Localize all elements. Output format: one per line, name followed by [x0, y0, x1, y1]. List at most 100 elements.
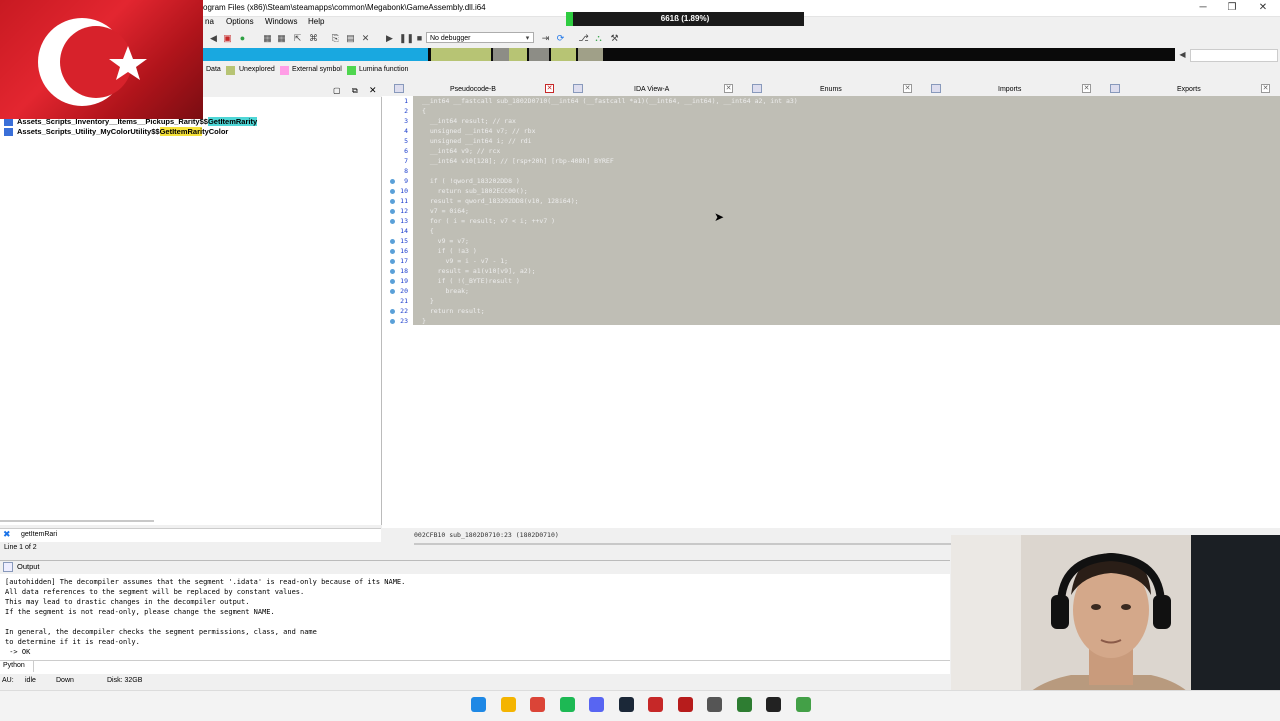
code-line[interactable]: __int64 result; // rax	[422, 117, 516, 125]
code-line[interactable]: __int64 v10[128]; // [rsp+20h] [rbp-408h…	[422, 157, 614, 165]
pointer-icon[interactable]: ⇱	[292, 33, 303, 44]
debugger-select[interactable]: No debugger	[426, 32, 534, 43]
code-line[interactable]: {	[422, 227, 434, 235]
breakpoint-icon[interactable]: ⎇	[578, 33, 589, 44]
file-explorer-icon[interactable]	[500, 697, 516, 712]
breakpoint-dot-icon[interactable]	[390, 179, 395, 184]
python-button[interactable]: Python	[3, 662, 25, 669]
functions-panel[interactable]	[0, 97, 382, 525]
tab-exports[interactable]: Exports	[1177, 83, 1201, 96]
recorder-icon[interactable]	[648, 697, 663, 712]
terminal-icon[interactable]	[766, 697, 781, 712]
nav-field[interactable]	[1190, 49, 1278, 62]
settings-icon[interactable]	[707, 697, 722, 712]
breakpoint-dot-icon[interactable]	[390, 219, 395, 224]
panel-close-icon[interactable]: ✕	[369, 85, 377, 96]
breakpoint-dot-icon[interactable]	[390, 249, 395, 254]
menu-jump[interactable]: na	[205, 17, 214, 26]
tab-close-icon[interactable]: ✕	[545, 84, 554, 93]
segment-icon[interactable]: ▦	[262, 33, 273, 44]
notepad-icon[interactable]	[795, 697, 811, 712]
code-line[interactable]: {	[422, 107, 426, 115]
code-line[interactable]: }	[422, 297, 434, 305]
trace-icon[interactable]: ⛬	[593, 33, 604, 44]
code-line[interactable]: v9 = i - v7 - 1;	[422, 257, 508, 265]
struct-icon[interactable]: ⌘	[308, 33, 319, 44]
start-debug-icon[interactable]: ▶	[384, 33, 395, 44]
tools-icon[interactable]: ⚒	[609, 33, 620, 44]
code-line[interactable]: result = qword_183202DD8(v10, 128i64);	[422, 197, 579, 205]
ida-icon[interactable]	[677, 697, 693, 712]
code-line[interactable]: for ( i = result; v7 < i; ++v7 )	[422, 217, 555, 225]
code-line[interactable]: return sub_1802ECC00();	[422, 187, 528, 195]
code-scrollbar[interactable]	[414, 543, 951, 545]
panel-float-icon[interactable]: ⧉	[352, 86, 358, 96]
output-header	[0, 560, 950, 574]
nav-arrow-icon[interactable]: ◀	[1177, 49, 1188, 60]
horizontal-scrollbar[interactable]	[0, 520, 154, 522]
breakpoint-dot-icon[interactable]	[390, 239, 395, 244]
code-line[interactable]: unsigned __int64 v7; // rbx	[422, 127, 536, 135]
step-icon[interactable]: ⇥	[540, 33, 551, 44]
code-line[interactable]: unsigned __int64 i; // rdi	[422, 137, 532, 145]
back-icon[interactable]: ◀	[208, 33, 219, 44]
panel-restore-icon[interactable]: ▢	[333, 86, 341, 95]
output-window[interactable]	[0, 574, 950, 660]
breakpoint-dot-icon[interactable]	[390, 189, 395, 194]
discord-icon[interactable]	[589, 697, 604, 712]
code-line[interactable]: break;	[422, 287, 469, 295]
menu-options[interactable]: Options	[226, 17, 254, 26]
breakpoint-dot-icon[interactable]	[390, 319, 395, 324]
minimize-button[interactable]: ─	[1195, 2, 1211, 14]
tab-enums[interactable]: Enums	[820, 83, 842, 96]
code-line[interactable]: v9 = v7;	[422, 237, 469, 245]
code-line[interactable]: v7 = 0i64;	[422, 207, 469, 215]
data-icon[interactable]: ▤	[345, 33, 356, 44]
tab-close-icon[interactable]: ✕	[1082, 84, 1091, 93]
windows-start-icon[interactable]	[471, 697, 486, 712]
chrome-icon[interactable]	[530, 697, 545, 712]
tab-close-icon[interactable]: ✕	[1261, 84, 1270, 93]
assemble-icon[interactable]: ▣	[222, 33, 233, 44]
chevron-down-icon[interactable]: ▾	[522, 33, 533, 44]
spotify-icon[interactable]	[559, 697, 575, 712]
app-icon[interactable]	[736, 697, 752, 712]
tab-close-icon[interactable]: ✕	[724, 84, 733, 93]
breakpoint-dot-icon[interactable]	[390, 279, 395, 284]
segment2-icon[interactable]: ▦	[276, 33, 287, 44]
breakpoint-dot-icon[interactable]	[390, 269, 395, 274]
code-icon[interactable]: ⎘	[330, 33, 341, 44]
function-item[interactable]: Assets_Scripts_Utility_MyColorUtility$$G…	[17, 127, 228, 136]
code-line[interactable]: __int64 v9; // rcx	[422, 147, 500, 155]
steam-icon[interactable]	[618, 697, 634, 712]
code-line[interactable]: }	[422, 317, 426, 325]
undefine-icon[interactable]: ✕	[360, 33, 371, 44]
tab-imports[interactable]: Imports	[998, 83, 1021, 96]
breakpoint-dot-icon[interactable]	[390, 289, 395, 294]
code-line[interactable]: return result;	[422, 307, 485, 315]
code-line[interactable]: if ( !a3 )	[422, 247, 477, 255]
tab-ida-view[interactable]: IDA View-A	[634, 83, 669, 96]
code-line[interactable]: __int64 __fastcall sub_1802D0710(__int64…	[422, 97, 798, 105]
stop-icon[interactable]: ■	[414, 33, 425, 44]
line-number: 5	[404, 137, 408, 145]
search-close-icon[interactable]: ✖	[3, 529, 11, 540]
close-button[interactable]: ✕	[1255, 2, 1271, 14]
code-line[interactable]: result = a1(v10[v9], a2);	[422, 267, 536, 275]
code-line[interactable]: if ( !(_BYTE)result )	[422, 277, 520, 285]
tab-pseudocode[interactable]: Pseudocode-B	[450, 83, 496, 96]
pause-icon[interactable]: ❚❚	[399, 33, 414, 44]
code-line[interactable]: if ( !qword_183202DD8 )	[422, 177, 520, 185]
breakpoint-dot-icon[interactable]	[390, 199, 395, 204]
breakpoint-dot-icon[interactable]	[390, 259, 395, 264]
breakpoint-dot-icon[interactable]	[390, 209, 395, 214]
breakpoint-dot-icon[interactable]	[390, 309, 395, 314]
maximize-button[interactable]: ❐	[1224, 2, 1240, 14]
menu-help[interactable]: Help	[308, 17, 324, 26]
run-icon[interactable]: ●	[237, 33, 248, 44]
tab-close-icon[interactable]: ✕	[903, 84, 912, 93]
menu-windows[interactable]: Windows	[265, 17, 297, 26]
refresh-icon[interactable]: ⟳	[555, 33, 566, 44]
search-input[interactable]: getItemRari	[21, 531, 57, 538]
python-input[interactable]	[33, 661, 950, 672]
